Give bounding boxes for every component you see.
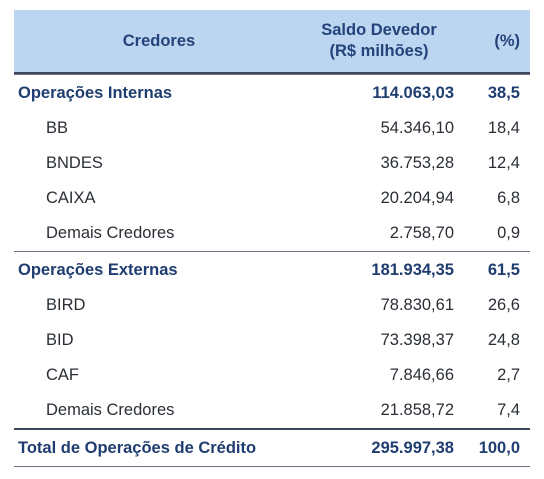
total-value: 295.997,38 bbox=[371, 438, 454, 457]
row-value: 20.204,94 bbox=[380, 189, 454, 207]
header-balance: Saldo Devedor (R$ milhões) bbox=[304, 20, 454, 62]
row-label: CAF bbox=[46, 366, 79, 384]
row-label: CAIXA bbox=[46, 189, 96, 207]
row-label: BB bbox=[46, 119, 69, 137]
total-row: Total de Operações de Crédito 295.997,38… bbox=[14, 428, 530, 467]
group-label: Operações Internas bbox=[18, 83, 173, 102]
row-label: BIRD bbox=[46, 296, 86, 314]
header-creditors: Credores bbox=[122, 31, 196, 50]
table-row: BNDES 36.753,28 12,4 bbox=[14, 146, 530, 181]
credit-operations-table: Credores Saldo Devedor (R$ milhões) (%) … bbox=[14, 10, 530, 467]
table-row: Demais Credores 21.858,72 7,4 bbox=[14, 393, 530, 428]
row-pct: 24,8 bbox=[487, 331, 520, 349]
header-balance-line1: Saldo Devedor bbox=[321, 21, 437, 39]
group-value: 114.063,03 bbox=[372, 83, 454, 102]
row-value: 73.398,37 bbox=[380, 331, 454, 349]
total-label: Total de Operações de Crédito bbox=[18, 438, 257, 457]
row-pct: 26,6 bbox=[487, 296, 520, 314]
group-label: Operações Externas bbox=[18, 260, 178, 279]
row-value: 2.758,70 bbox=[389, 224, 454, 242]
row-pct: 7,4 bbox=[497, 401, 520, 419]
table-row: CAF 7.846,66 2,7 bbox=[14, 358, 530, 393]
row-pct: 6,8 bbox=[497, 189, 520, 207]
row-pct: 18,4 bbox=[487, 119, 520, 137]
row-pct: 0,9 bbox=[497, 224, 520, 242]
row-value: 7.846,66 bbox=[389, 366, 454, 384]
row-label: Demais Credores bbox=[46, 401, 175, 419]
row-label: BNDES bbox=[46, 154, 103, 172]
header-balance-line2: (R$ milhões) bbox=[329, 42, 429, 60]
group-pct: 61,5 bbox=[487, 260, 520, 279]
group-pct: 38,5 bbox=[487, 83, 520, 102]
table-row: BIRD 78.830,61 26,6 bbox=[14, 288, 530, 323]
table-row: BB 54.346,10 18,4 bbox=[14, 111, 530, 146]
table-header: Credores Saldo Devedor (R$ milhões) (%) bbox=[14, 10, 530, 74]
row-pct: 2,7 bbox=[497, 366, 520, 384]
table-row: Demais Credores 2.758,70 0,9 bbox=[14, 216, 530, 251]
row-label: BID bbox=[46, 331, 74, 349]
row-value: 36.753,28 bbox=[380, 154, 454, 172]
group-row-external: Operações Externas 181.934,35 61,5 bbox=[14, 251, 530, 288]
row-pct: 12,4 bbox=[487, 154, 520, 172]
group-row-internal: Operações Internas 114.063,03 38,5 bbox=[14, 74, 530, 111]
table-row: BID 73.398,37 24,8 bbox=[14, 323, 530, 358]
header-percent: (%) bbox=[494, 31, 520, 50]
row-value: 21.858,72 bbox=[380, 401, 454, 419]
row-value: 78.830,61 bbox=[380, 296, 454, 314]
row-value: 54.346,10 bbox=[380, 119, 454, 137]
total-pct: 100,0 bbox=[478, 438, 520, 457]
group-value: 181.934,35 bbox=[371, 260, 454, 279]
table-row: CAIXA 20.204,94 6,8 bbox=[14, 181, 530, 216]
row-label: Demais Credores bbox=[46, 224, 175, 242]
